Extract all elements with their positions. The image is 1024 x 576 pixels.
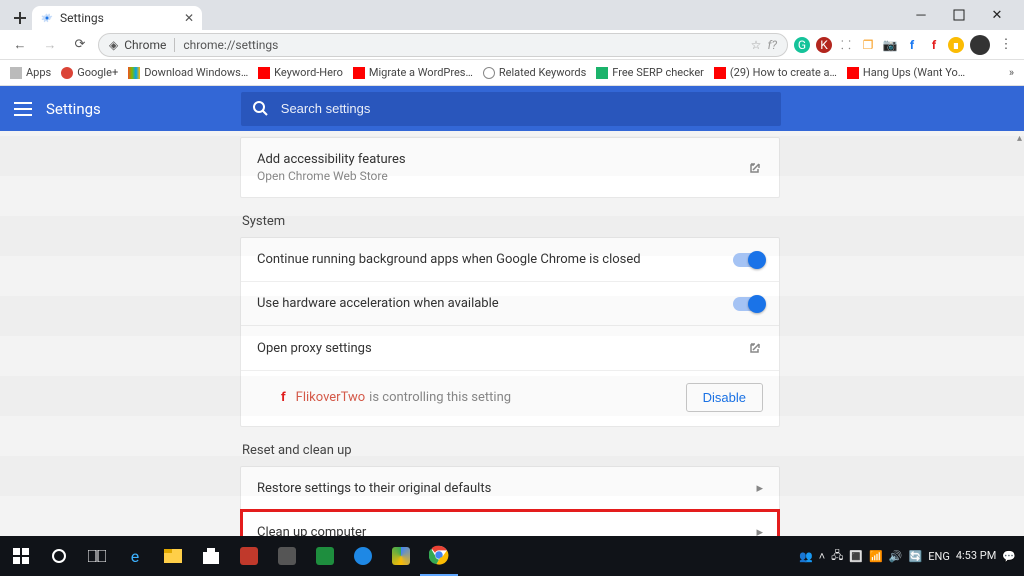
pinned-app-3-icon[interactable]	[316, 547, 334, 565]
bookmarks-bar: Apps Google+ Download Windows… Keyword-H…	[0, 60, 1024, 86]
ext-misc-icon[interactable]: ∎	[948, 37, 964, 53]
cortana-button[interactable]	[40, 536, 78, 576]
bookmark-item[interactable]: Related Keywords	[483, 66, 586, 79]
bookmark-item[interactable]: (29) How to create a…	[714, 66, 837, 79]
url-text: chrome://settings	[183, 38, 278, 52]
disable-extension-button[interactable]: Disable	[686, 383, 763, 412]
ext-bitly-icon[interactable]: ❐	[860, 37, 876, 53]
row-hardware-accel[interactable]: Use hardware acceleration when available	[241, 281, 779, 325]
flikover-icon: f	[281, 390, 286, 405]
close-tab-icon[interactable]: ✕	[184, 11, 194, 25]
settings-title: Settings	[46, 100, 101, 118]
ext-flikover-icon[interactable]: f	[926, 37, 942, 53]
extensions-tray: G K ⸬ ❐ 📷 f f ∎ ⋮	[794, 35, 1016, 55]
row-proxy-settings[interactable]: Open proxy settings	[241, 325, 779, 370]
proxy-controlled-by-extension: f FlikoverTwo is controlling this settin…	[241, 370, 779, 426]
search-icon	[253, 101, 269, 117]
chevron-right-icon: ▸	[756, 525, 763, 536]
browser-tabbar: Settings ✕ ─ ✕	[0, 0, 1024, 30]
tray-volume-icon[interactable]: 🔊	[889, 550, 903, 563]
explorer-icon[interactable]	[154, 536, 192, 576]
tab-title: Settings	[60, 11, 104, 25]
store-icon[interactable]	[192, 536, 230, 576]
bookmark-item[interactable]: Hang Ups (Want Yo…	[847, 66, 965, 79]
chevron-right-icon: ▸	[756, 481, 763, 496]
accessibility-title: Add accessibility features	[257, 152, 406, 167]
extension-note: is controlling this setting	[369, 390, 511, 405]
bookmark-item[interactable]: Migrate a WordPres…	[353, 66, 473, 79]
pinned-app-1-icon[interactable]	[240, 547, 258, 565]
external-link-icon	[747, 160, 763, 176]
tray-battery-icon[interactable]: 🔳	[849, 550, 863, 563]
back-button[interactable]: ←	[8, 33, 32, 57]
tray-overflow-icon[interactable]: ˄	[819, 550, 825, 563]
task-view-button[interactable]	[78, 536, 116, 576]
row-restore-defaults[interactable]: Restore settings to their original defau…	[241, 467, 779, 510]
window-maximize-button[interactable]	[940, 0, 978, 30]
tray-people-icon[interactable]: 👥	[799, 550, 813, 563]
tray-network-icon[interactable]: 🖧	[831, 547, 843, 566]
system-clock[interactable]: 4:53 PM	[956, 550, 996, 562]
gear-icon	[40, 11, 54, 25]
toggle-hardware-accel[interactable]	[733, 297, 763, 311]
bookmark-item[interactable]: Google+	[61, 66, 118, 79]
row-clean-up-computer[interactable]: Clean up computer ▸	[241, 510, 779, 536]
site-info-icon: ◈	[109, 38, 118, 52]
extension-name: FlikoverTwo	[296, 390, 366, 405]
omnibox-hint-text: f?	[767, 38, 777, 52]
chrome-menu-icon[interactable]: ⋮	[996, 35, 1016, 55]
pinned-app-4-icon[interactable]	[354, 547, 372, 565]
omnibox[interactable]: ◈ Chrome chrome://settings ☆ f?	[98, 33, 788, 57]
google-ads-icon[interactable]	[392, 547, 410, 565]
browser-toolbar: ← → ⟳ ◈ Chrome chrome://settings ☆ f? G …	[0, 30, 1024, 60]
browser-tab[interactable]: Settings ✕	[32, 6, 202, 30]
system-section-title: System	[242, 214, 780, 229]
bookmarks-overflow-icon[interactable]: »	[1009, 66, 1014, 79]
bookmark-item[interactable]: Apps	[10, 66, 51, 79]
edge-icon[interactable]: e	[116, 536, 154, 576]
windows-taskbar: e 👥 ˄ 🖧 🔳 📶 🔊 🔄 ENG 4:53 PM 💬	[0, 536, 1024, 576]
new-tab-button[interactable]	[8, 6, 32, 30]
ext-facebook-icon[interactable]: f	[904, 37, 920, 53]
row-background-apps[interactable]: Continue running background apps when Go…	[241, 238, 779, 281]
ext-camera-icon[interactable]: 📷	[882, 37, 898, 53]
ext-keyword-icon[interactable]: K	[816, 37, 832, 53]
url-chip: Chrome	[124, 38, 175, 52]
settings-header: Settings	[0, 86, 1024, 131]
bookmark-item[interactable]: Free SERP checker	[596, 66, 704, 79]
profile-avatar-icon[interactable]	[970, 35, 990, 55]
start-menu-button[interactable]	[2, 536, 40, 576]
tray-sync-icon[interactable]: 🔄	[909, 550, 923, 563]
pinned-app-2-icon[interactable]	[278, 547, 296, 565]
reload-button[interactable]: ⟳	[68, 33, 92, 57]
bookmark-item[interactable]: Keyword-Hero	[258, 66, 343, 79]
menu-icon[interactable]	[0, 102, 46, 116]
external-link-icon	[747, 340, 763, 356]
search-settings-input[interactable]	[279, 100, 769, 117]
settings-content: ▴ Add accessibility features Open Chrome…	[0, 131, 1024, 536]
scroll-up-icon[interactable]: ▴	[1017, 133, 1022, 144]
accessibility-subtitle: Open Chrome Web Store	[257, 169, 406, 183]
chrome-taskbar-icon[interactable]	[420, 536, 458, 576]
accessibility-row[interactable]: Add accessibility features Open Chrome W…	[240, 137, 780, 198]
ext-grammarly-icon[interactable]: G	[794, 37, 810, 53]
tray-wifi-icon[interactable]: 📶	[869, 550, 883, 563]
reset-section-title: Reset and clean up	[242, 443, 780, 458]
action-center-icon[interactable]: 💬	[1002, 550, 1016, 563]
tray-language[interactable]: ENG	[928, 550, 950, 563]
toggle-background-apps[interactable]	[733, 253, 763, 267]
bookmark-item[interactable]: Download Windows…	[128, 66, 248, 79]
forward-button[interactable]: →	[38, 33, 62, 57]
bookmark-star-icon[interactable]: ☆	[751, 38, 762, 52]
ext-marks-icon[interactable]: ⸬	[838, 37, 854, 53]
window-minimize-button[interactable]: ─	[902, 0, 940, 30]
window-close-button[interactable]: ✕	[978, 0, 1016, 30]
search-settings-box[interactable]	[241, 92, 781, 126]
